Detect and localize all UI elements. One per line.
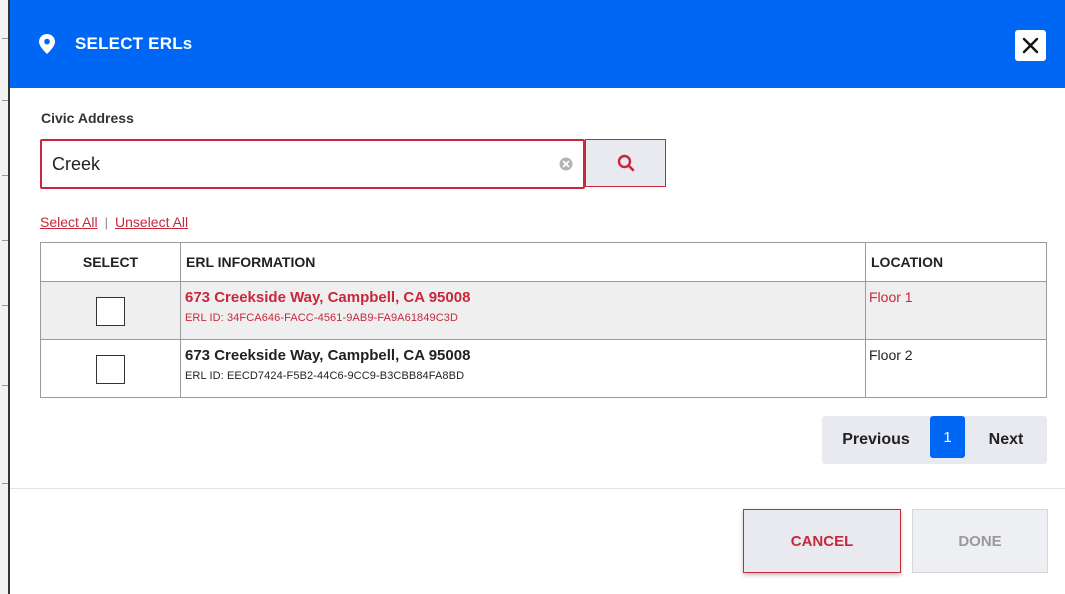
location-cell: Floor 2 [865, 339, 1047, 398]
footer-divider [10, 488, 1065, 489]
location-cell: Floor 1 [865, 281, 1047, 340]
cancel-button[interactable]: CANCEL [743, 509, 901, 573]
erl-id: ERL ID: EECD7424-F5B2-44C6-9CC9-B3CBB84F… [185, 370, 465, 382]
row-checkbox[interactable] [96, 354, 125, 384]
pagination: Previous 1 Next [822, 416, 1047, 464]
link-separator: | [104, 214, 108, 230]
erl-information-cell: 673 Creekside Way, Campbell, CA 95008 ER… [180, 339, 866, 398]
civic-address-input[interactable] [42, 153, 542, 175]
erl-address: 673 Creekside Way, Campbell, CA 95008 [185, 289, 471, 306]
column-header-location: LOCATION [865, 242, 1047, 282]
background-mark [2, 100, 8, 101]
search-icon [617, 154, 634, 172]
search-button[interactable] [585, 139, 666, 187]
column-header-select: SELECT [40, 242, 181, 282]
done-button[interactable]: DONE [912, 509, 1048, 573]
close-icon [1022, 37, 1039, 54]
table-row[interactable]: 673 Creekside Way, Campbell, CA 95008 ER… [40, 339, 1047, 398]
dialog-title: SELECT ERLs [75, 34, 193, 53]
selection-links: Select All | Unselect All [40, 214, 188, 230]
select-all-link[interactable]: Select All [40, 214, 98, 230]
table-header-row: SELECT ERL INFORMATION LOCATION [40, 242, 1047, 282]
background-mark [2, 38, 8, 39]
table-row[interactable]: 673 Creekside Way, Campbell, CA 95008 ER… [40, 281, 1047, 340]
select-cell [40, 339, 181, 398]
page-1-button[interactable]: 1 [930, 416, 965, 458]
erl-id: ERL ID: 34FCA646-FACC-4561-9AB9-FA9A6184… [185, 312, 459, 324]
background-mark [2, 240, 8, 241]
unselect-all-link[interactable]: Unselect All [115, 214, 188, 230]
civic-address-field[interactable] [40, 139, 585, 189]
dialog-header: SELECT ERLs [10, 0, 1065, 88]
background-mark [2, 385, 8, 386]
next-page-button[interactable]: Next [965, 416, 1047, 464]
select-erls-dialog: SELECT ERLs Civic Address Select All | U… [10, 0, 1065, 594]
erl-address: 673 Creekside Way, Campbell, CA 95008 [185, 347, 471, 364]
civic-address-label: Civic Address [41, 110, 134, 126]
erl-information-cell: 673 Creekside Way, Campbell, CA 95008 ER… [180, 281, 866, 340]
background-mark [2, 483, 8, 484]
background-mark [2, 305, 8, 306]
close-button[interactable] [1015, 30, 1046, 61]
select-cell [40, 281, 181, 340]
background-page [0, 0, 10, 594]
background-mark [2, 175, 8, 176]
location-pin-icon [39, 34, 55, 54]
previous-page-button[interactable]: Previous [822, 416, 930, 464]
column-header-erl-information: ERL INFORMATION [180, 242, 866, 282]
clear-icon[interactable] [559, 157, 573, 171]
erl-table: SELECT ERL INFORMATION LOCATION 673 Cree… [40, 242, 1047, 398]
row-checkbox[interactable] [96, 296, 125, 326]
